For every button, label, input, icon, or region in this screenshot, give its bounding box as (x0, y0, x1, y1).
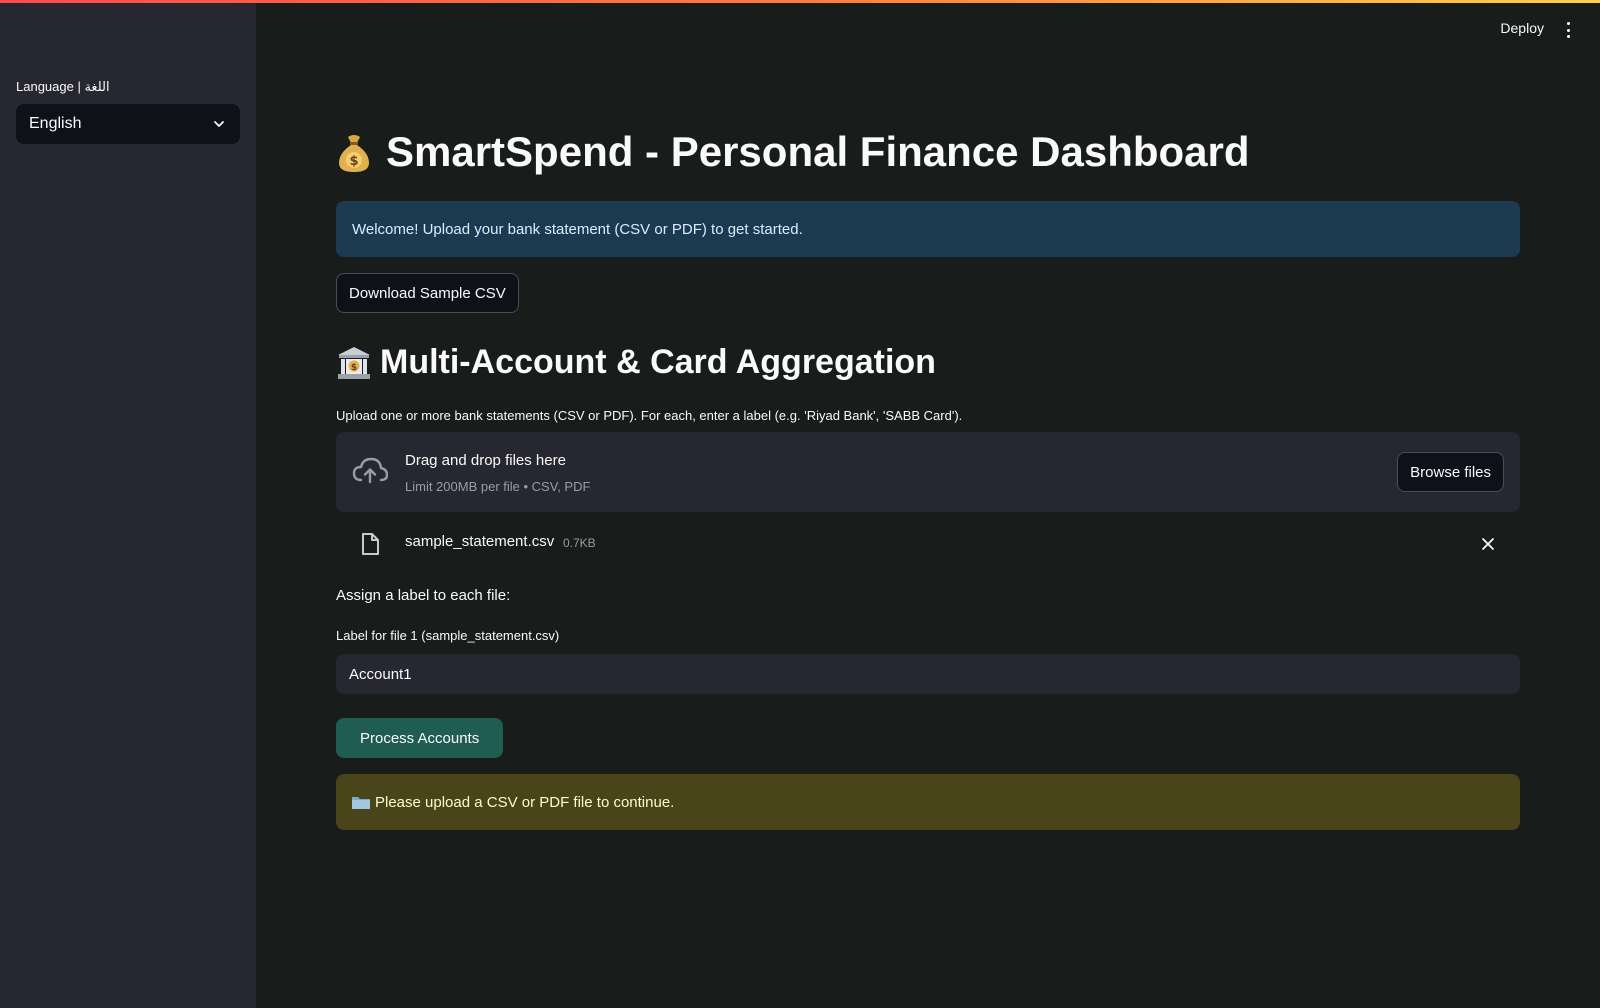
assign-label-heading: Assign a label to each file: (336, 587, 511, 604)
top-decoration-bar (0, 0, 1600, 3)
close-icon[interactable] (1480, 536, 1496, 552)
sidebar: Language | اللغة English (0, 0, 256, 1008)
download-sample-csv-button[interactable]: Download Sample CSV (336, 273, 519, 313)
bank-icon: $ (338, 346, 370, 379)
chevron-down-icon (214, 121, 224, 127)
language-label: Language | اللغة (16, 79, 110, 94)
upload-instructions: Upload one or more bank statements (CSV … (336, 408, 963, 423)
cloud-upload-icon (352, 457, 388, 484)
file-dropzone[interactable]: Drag and drop files here Limit 200MB per… (336, 432, 1520, 512)
language-select-value: English (29, 115, 82, 132)
upload-warning-alert: Please upload a CSV or PDF file to conti… (336, 774, 1520, 830)
dropzone-limit: Limit 200MB per file • CSV, PDF (405, 479, 591, 494)
welcome-info-alert: Welcome! Upload your bank statement (CSV… (336, 201, 1520, 257)
page-title-text: SmartSpend - Personal Finance Dashboard (386, 128, 1250, 175)
process-accounts-button[interactable]: Process Accounts (336, 718, 504, 758)
file-icon (362, 533, 379, 555)
uploaded-file-name: sample_statement.csv (405, 533, 555, 550)
main-content: $ SmartSpend - Personal Finance Dashboar… (336, 0, 1520, 1008)
svg-text:$: $ (351, 363, 357, 373)
section-title: $ Multi-Account & Card Aggregation (336, 343, 936, 382)
warning-text: Please upload a CSV or PDF file to conti… (375, 793, 675, 811)
kebab-menu-icon[interactable] (1560, 20, 1576, 40)
label-field-caption: Label for file 1 (sample_statement.csv) (336, 628, 560, 643)
browse-files-button[interactable]: Browse files (1397, 452, 1504, 492)
language-select[interactable]: English (16, 104, 240, 144)
svg-text:$: $ (349, 154, 358, 169)
section-title-text: Multi-Account & Card Aggregation (380, 343, 936, 381)
uploaded-file-row: sample_statement.csv 0.7KB (336, 520, 1520, 568)
account-label-input[interactable] (336, 654, 1520, 694)
uploaded-file-size: 0.7KB (563, 536, 596, 550)
page-title: $ SmartSpend - Personal Finance Dashboar… (336, 128, 1250, 176)
folder-icon (352, 797, 370, 809)
dropzone-title: Drag and drop files here (405, 452, 566, 469)
money-bag-icon: $ (339, 135, 369, 172)
